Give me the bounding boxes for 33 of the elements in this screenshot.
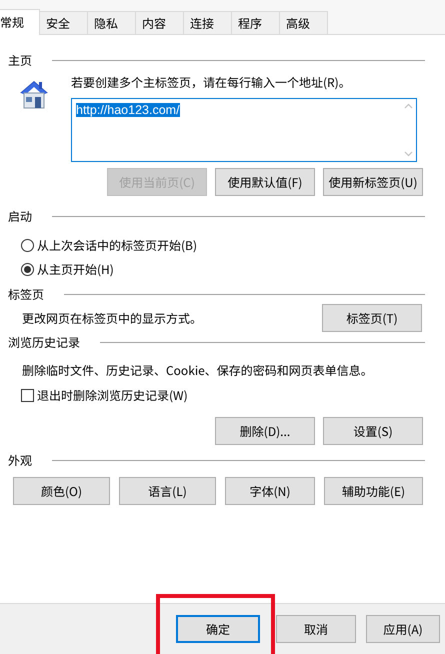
- checkbox-label: 退出时删除浏览历史记录(W): [37, 386, 188, 404]
- radio-label: 从上次会话中的标签页开始(B): [37, 236, 197, 254]
- tab[interactable]: 高级: [280, 11, 328, 34]
- appearance-button[interactable]: 字体(N): [225, 477, 315, 505]
- tab[interactable]: 常规: [0, 9, 40, 35]
- appearance-button[interactable]: 辅助功能(E): [324, 477, 423, 505]
- appearance-button[interactable]: 颜色(O): [13, 477, 110, 505]
- home-page-button[interactable]: 使用默认值(F): [215, 168, 315, 196]
- dialog-button[interactable]: 取消: [276, 615, 356, 643]
- section-heading: 外观: [8, 452, 32, 468]
- radio-label: 从主页开始(H): [37, 260, 114, 278]
- radio-button[interactable]: [21, 262, 34, 276]
- history-button[interactable]: 删除(D)...: [215, 417, 315, 445]
- tabs-button[interactable]: 标签页(T): [322, 304, 422, 332]
- dialog-button[interactable]: 应用(A): [366, 615, 440, 643]
- tab[interactable]: 隐私: [88, 11, 136, 34]
- section-heading: 主页: [8, 52, 32, 68]
- dialog-button[interactable]: 确定: [176, 615, 260, 643]
- tab[interactable]: 连接: [184, 11, 232, 34]
- section-heading: 启动: [8, 208, 32, 224]
- checkbox[interactable]: [21, 388, 34, 402]
- section-description: 删除临时文件、历史记录、Cookie、保存的密码和网页表单信息。: [22, 362, 373, 379]
- section-heading: 标签页: [8, 286, 44, 302]
- tab[interactable]: 安全: [40, 11, 88, 34]
- home-page-button[interactable]: 使用新标签页(U): [323, 168, 423, 196]
- tab[interactable]: 内容: [136, 11, 184, 34]
- tab[interactable]: 程序: [232, 11, 280, 34]
- appearance-button[interactable]: 语言(L): [119, 477, 216, 505]
- instruction-text: 若要创建多个主标签页，请在每行输入一个地址(R)。: [71, 74, 352, 91]
- history-button[interactable]: 设置(S): [323, 417, 423, 445]
- radio-button[interactable]: [21, 238, 34, 252]
- section-heading: 浏览历史记录: [8, 334, 80, 350]
- section-description: 更改网页在标签页中的显示方式。: [22, 310, 202, 326]
